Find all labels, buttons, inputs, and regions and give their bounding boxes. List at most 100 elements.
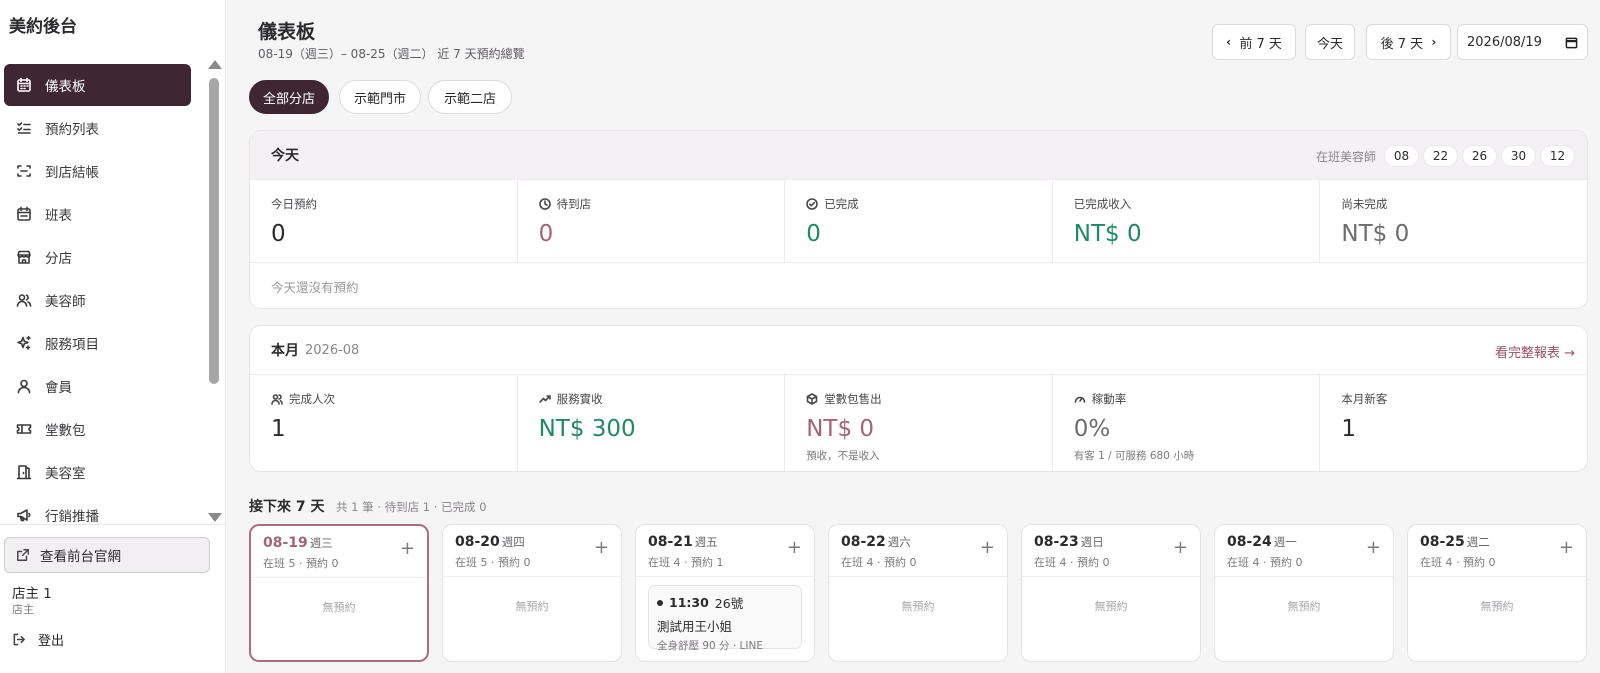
day-date: 08-24 [1227, 534, 1272, 550]
stat-today-bookings: 今日預約 0 [250, 180, 518, 262]
sidebar-item-checkout[interactable]: 到店結帳 [4, 150, 191, 192]
view-front-site-button[interactable]: 查看前台官網 [4, 537, 210, 573]
today-card-header: 今天 在班美容師 08 22 26 30 12 [250, 131, 1587, 179]
staff-chip[interactable]: 22 [1423, 145, 1458, 167]
day-date: 08-25 [1420, 534, 1465, 550]
add-booking-plus-icon[interactable]: + [980, 539, 995, 557]
month-card: 本月 2026-08 看完整報表 → 完成人次 1 服務實收 NT$ 300 堂… [249, 325, 1588, 472]
month-card-header: 本月 2026-08 看完整報表 → [250, 326, 1587, 374]
day-empty-label: 無預約 [515, 600, 549, 613]
day-date: 08-20 [455, 534, 500, 550]
staff-chip[interactable]: 08 [1384, 145, 1419, 167]
day-empty-label: 無預約 [1480, 600, 1514, 613]
day-empty-label: 無預約 [1287, 600, 1321, 613]
prev-7-days-button[interactable]: ‹ 前 7 天 [1212, 24, 1296, 60]
day-card[interactable]: 08-25 週二 在班 4 · 預約 0 + 無預約 [1407, 524, 1587, 662]
schedule-icon [15, 205, 33, 223]
stat-label: 尚未完成 [1341, 197, 1388, 211]
add-booking-plus-icon[interactable]: + [1366, 539, 1381, 557]
date-value: 2026/08/19 [1467, 34, 1542, 50]
sidebar-item-label: 行銷推播 [45, 509, 99, 525]
stat-value: 0 [538, 221, 554, 247]
day-card[interactable]: 08-21 週五 在班 4 · 預約 1 + 11:30 26號 測試用王小姐 全… [635, 524, 815, 662]
scroll-up-arrow-icon[interactable] [208, 60, 222, 69]
stat-completed: 已完成 0 [785, 180, 1053, 262]
full-report-link[interactable]: 看完整報表 → [1495, 342, 1575, 361]
logout-button[interactable]: 登出 [12, 630, 64, 649]
sidebar-item-beauticians[interactable]: 美容師 [4, 279, 191, 321]
next-7-days-button[interactable]: 後 7 天 › [1366, 24, 1451, 60]
calendar-picker-icon[interactable] [1565, 36, 1578, 49]
stat-value: NT$ 0 [1341, 221, 1410, 247]
next-7-days-label: 後 7 天 [1380, 36, 1424, 52]
add-booking-plus-icon[interactable]: + [1173, 539, 1188, 557]
today-button[interactable]: 今天 [1305, 24, 1355, 60]
sidebar-scrollbar[interactable] [206, 56, 222, 526]
stat-value: NT$ 0 [1073, 221, 1142, 247]
scroll-down-arrow-icon[interactable] [208, 513, 222, 522]
stat-completed-revenue: 已完成收入 NT$ 0 [1053, 180, 1321, 262]
add-booking-plus-icon[interactable]: + [400, 540, 415, 558]
add-booking-plus-icon[interactable]: + [1559, 539, 1574, 557]
add-booking-plus-icon[interactable]: + [594, 539, 609, 557]
sidebar-item-branches[interactable]: 分店 [4, 236, 191, 278]
month-title: 本月 [271, 343, 299, 359]
day-weekday: 週六 [887, 535, 911, 549]
logout-label: 登出 [38, 634, 65, 649]
stat-label: 待到店 [556, 197, 592, 211]
day-weekday: 週二 [1466, 535, 1490, 549]
sidebar-item-bookings[interactable]: 預約列表 [4, 107, 191, 149]
stat-note: 預收，不是收入 [806, 450, 880, 462]
booking-number: 26號 [714, 596, 744, 611]
day-card[interactable]: 08-23 週日 在班 4 · 預約 0 + 無預約 [1021, 524, 1201, 662]
tab-all-branches[interactable]: 全部分店 [249, 80, 329, 114]
logout-icon [13, 633, 25, 646]
booking-item[interactable]: 11:30 26號 測試用王小姐 全身舒壓 90 分 · LINE [648, 585, 802, 652]
booking-time: 11:30 [669, 595, 709, 610]
trending-up-icon [538, 395, 551, 403]
megaphone-icon [15, 506, 33, 524]
staff-chip[interactable]: 12 [1540, 145, 1575, 167]
stat-label: 已完成 [824, 197, 859, 211]
day-card[interactable]: 08-20 週四 在班 5 · 預約 0 + 無預約 [442, 524, 622, 662]
sidebar: 美約後台 儀表板 預約列表 到店結帳 班表 分店 美容師 服務項目 會員 堂數包… [0, 0, 226, 673]
list-check-icon [15, 119, 33, 137]
users-icon [15, 291, 33, 309]
day-card[interactable]: 08-22 週六 在班 4 · 預約 0 + 無預約 [828, 524, 1008, 662]
tab-demo-store[interactable]: 示範門市 [339, 80, 421, 114]
stat-label: 堂數包售出 [824, 392, 882, 406]
month-period: 2026-08 [305, 342, 360, 358]
stat-package-sales: 堂數包售出 NT$ 0 預收，不是收入 [785, 375, 1053, 471]
stat-label: 完成人次 [289, 392, 335, 406]
stat-label: 已完成收入 [1073, 197, 1132, 211]
user-icon [15, 377, 33, 395]
sidebar-item-rooms[interactable]: 美容室 [4, 451, 191, 493]
booking-customer: 測試用王小姐 [657, 619, 733, 634]
add-booking-plus-icon[interactable]: + [787, 539, 802, 557]
day-date: 08-23 [1034, 534, 1079, 550]
sidebar-item-packages[interactable]: 堂數包 [4, 408, 191, 450]
date-picker-input[interactable]: 2026/08/19 [1457, 24, 1588, 60]
sidebar-item-members[interactable]: 會員 [4, 365, 191, 407]
chevron-right-icon: › [1431, 35, 1437, 49]
day-card[interactable]: 08-24 週一 在班 4 · 預約 0 + 無預約 [1214, 524, 1394, 662]
sidebar-item-schedule[interactable]: 班表 [4, 193, 191, 235]
stat-incomplete: 尚未完成 NT$ 0 [1320, 180, 1587, 262]
scroll-thumb[interactable] [209, 78, 219, 384]
sidebar-item-services[interactable]: 服務項目 [4, 322, 191, 364]
staff-chip[interactable]: 30 [1501, 145, 1536, 167]
sidebar-item-dashboard[interactable]: 儀表板 [4, 64, 191, 106]
day-card-today[interactable]: 08-19 週三 在班 5 · 預約 0 + 無預約 [249, 524, 429, 662]
staff-chip[interactable]: 26 [1462, 145, 1497, 167]
tab-demo-store-2[interactable]: 示範二店 [428, 80, 512, 114]
day-date: 08-22 [841, 534, 886, 550]
door-icon [15, 463, 33, 481]
brand-title: 美約後台 [9, 17, 77, 37]
users-icon [271, 394, 283, 405]
day-empty-label: 無預約 [901, 600, 935, 613]
sidebar-item-label: 堂數包 [45, 423, 86, 439]
stat-pending-arrival: 待到店 0 [518, 180, 786, 262]
today-label: 今天 [1316, 36, 1343, 52]
stat-value: NT$ 300 [538, 416, 636, 442]
sidebar-item-label: 美容室 [45, 466, 86, 482]
